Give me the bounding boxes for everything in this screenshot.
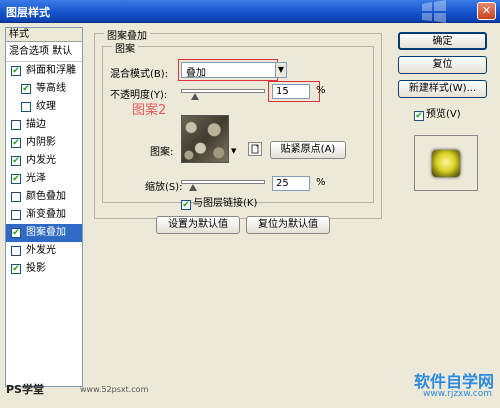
style-item-label: 描边 — [26, 119, 46, 130]
style-item-checkbox[interactable] — [11, 120, 21, 130]
preview-thumbnail — [432, 150, 460, 177]
style-item-label: 内阴影 — [26, 137, 56, 148]
style-item-label: 斜面和浮雕 — [26, 65, 76, 76]
styles-list: 样式 混合选项 默认 ✔ 斜面和浮雕 ✔ 等高线纹理描边 ✔ 内阴影 ✔ 内发光 ✔ 光泽颜色叠加… — [5, 27, 83, 387]
style-item-checkbox[interactable]: ✔ — [11, 174, 21, 184]
style-item-checkbox[interactable] — [11, 246, 21, 256]
close-button[interactable]: ✕ — [477, 2, 496, 20]
snap-to-origin-button[interactable]: 贴紧原点(A) — [270, 141, 346, 159]
style-item-label: 颜色叠加 — [26, 191, 66, 202]
scale-label: 缩放(S): — [145, 182, 183, 193]
style-item-label: 光泽 — [26, 173, 46, 184]
link-with-layer-checkbox[interactable]: ✔ 与图层链接(K) — [181, 194, 257, 210]
blend-mode-value: 叠加 — [186, 68, 206, 79]
watermark-mid: www.52psxt.com — [80, 385, 149, 394]
opacity-input[interactable]: 15 — [272, 84, 310, 99]
reset-default-button[interactable]: 复位为默认值 — [246, 216, 330, 234]
new-style-button[interactable]: 新建样式(W)... — [398, 80, 487, 98]
style-item[interactable]: 颜色叠加 — [6, 188, 82, 206]
preview-checkbox[interactable]: ✔ 预览(V) — [414, 105, 461, 121]
blend-options-item[interactable]: 混合选项 默认 — [6, 42, 82, 62]
title-bar[interactable]: 图层样式 ✕ — [0, 0, 500, 23]
ok-button[interactable]: 确定 — [398, 32, 487, 50]
style-item[interactable]: 渐变叠加 — [6, 206, 82, 224]
chevron-down-icon: ▼ — [275, 63, 286, 77]
style-item-checkbox[interactable]: ✔ — [11, 66, 21, 76]
style-item[interactable]: ✔ 光泽 — [6, 170, 82, 188]
style-item-label: 内发光 — [26, 155, 56, 166]
style-item[interactable]: 外发光 — [6, 242, 82, 260]
style-item-checkbox[interactable]: ✔ — [11, 156, 21, 166]
style-item-label: 投影 — [26, 263, 46, 274]
window-title: 图层样式 — [6, 6, 50, 19]
style-item[interactable]: ✔ 投影 — [6, 260, 82, 278]
opacity-slider-handle[interactable] — [191, 93, 199, 100]
style-item-checkbox[interactable]: ✔ — [11, 138, 21, 148]
style-preview — [414, 135, 478, 191]
style-item-label: 图案叠加 — [26, 227, 66, 238]
style-item-checkbox[interactable] — [11, 192, 21, 202]
watermark-left: PS学堂 — [6, 383, 44, 396]
style-item-checkbox[interactable]: ✔ — [11, 264, 21, 274]
style-item-label: 外发光 — [26, 245, 56, 256]
layer-style-dialog: 图层样式 ✕ 样式 混合选项 默认 ✔ 斜面和浮雕 ✔ 等高线纹理描边 ✔ 内阴影 ✔ 内发光… — [0, 0, 500, 408]
style-item-checkbox[interactable] — [11, 210, 21, 220]
link-check-icon: ✔ — [181, 200, 191, 210]
style-item[interactable]: ✔ 内发光 — [6, 152, 82, 170]
preview-label: 预览(V) — [426, 109, 461, 120]
style-item-checkbox[interactable] — [21, 102, 31, 112]
set-default-button[interactable]: 设置为默认值 — [156, 216, 240, 234]
pattern-swatch[interactable] — [181, 115, 229, 163]
styles-header[interactable]: 样式 — [6, 28, 82, 42]
opacity-unit: % — [316, 85, 326, 96]
watermark-right-sub: www.rjzxw.com — [423, 389, 492, 399]
new-preset-button[interactable] — [248, 142, 262, 156]
style-item-checkbox[interactable]: ✔ — [21, 84, 31, 94]
scale-input[interactable]: 25 — [272, 176, 310, 191]
style-item[interactable]: ✔ 图案叠加 — [6, 224, 82, 242]
reset-button[interactable]: 复位 — [398, 56, 487, 74]
blend-mode-select[interactable]: 叠加 ▼ — [181, 62, 287, 79]
style-item[interactable]: ✔ 斜面和浮雕 — [6, 62, 82, 80]
blend-mode-label: 混合模式(B): — [110, 69, 169, 80]
style-item-checkbox[interactable]: ✔ — [11, 228, 21, 238]
style-item-label: 等高线 — [36, 83, 66, 94]
style-item[interactable]: ✔ 内阴影 — [6, 134, 82, 152]
style-item-label: 纹理 — [36, 101, 56, 112]
preview-check-icon: ✔ — [414, 111, 424, 121]
style-item-label: 渐变叠加 — [26, 209, 66, 220]
style-item[interactable]: 纹理 — [6, 98, 82, 116]
pattern-subgroup-title: 图案 — [112, 40, 138, 55]
scale-unit: % — [316, 177, 326, 188]
annotation-label: 图案2 — [132, 103, 167, 118]
style-item[interactable]: ✔ 等高线 — [6, 80, 82, 98]
scale-slider-handle[interactable] — [189, 184, 197, 191]
windows-logo-icon — [422, 0, 446, 23]
pattern-dropdown-icon[interactable]: ▼ — [231, 147, 236, 155]
link-with-layer-label: 与图层链接(K) — [193, 198, 258, 209]
style-item[interactable]: 描边 — [6, 116, 82, 134]
dialog-body: 样式 混合选项 默认 ✔ 斜面和浮雕 ✔ 等高线纹理描边 ✔ 内阴影 ✔ 内发光 ✔ 光泽颜色叠加… — [0, 23, 500, 408]
pattern-label: 图案: — [150, 147, 174, 158]
close-icon: ✕ — [481, 4, 492, 17]
new-preset-icon — [251, 144, 259, 154]
